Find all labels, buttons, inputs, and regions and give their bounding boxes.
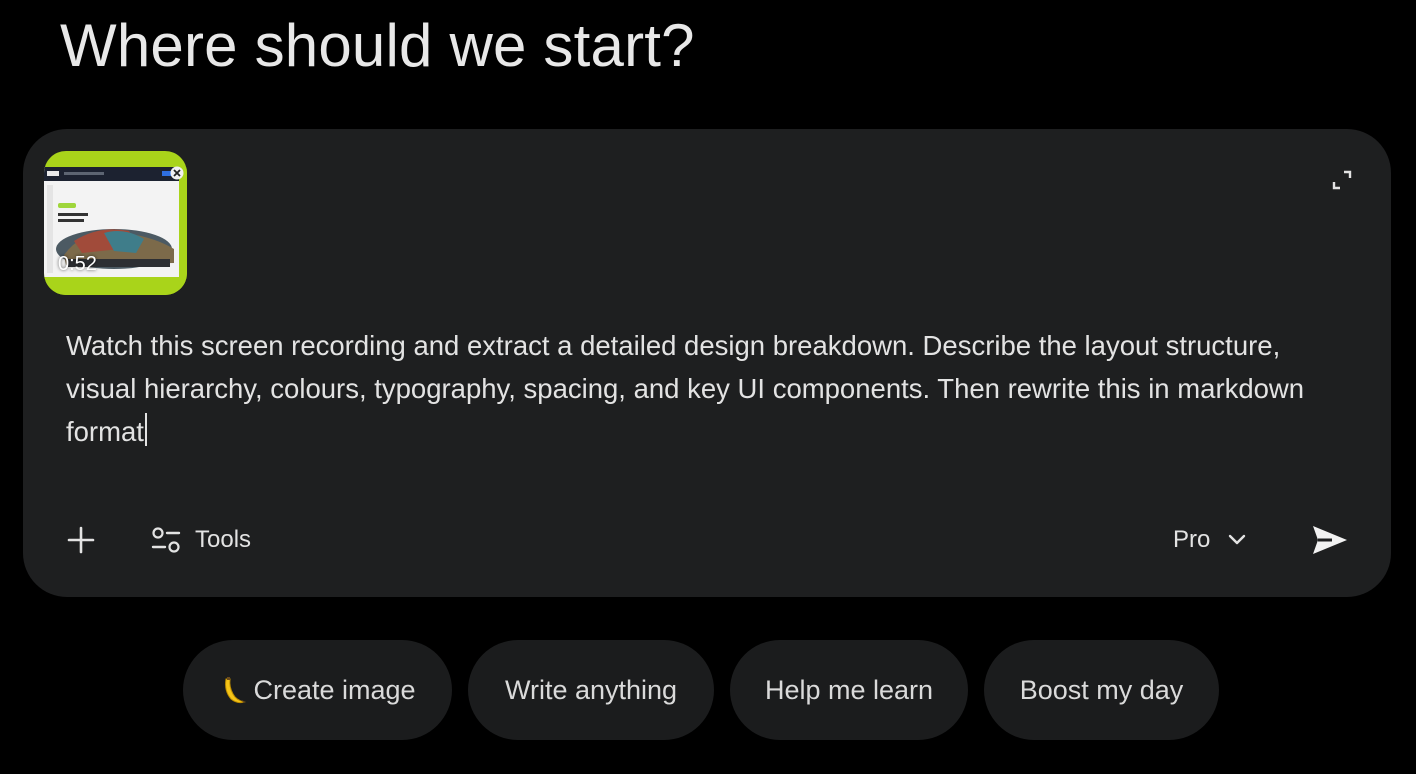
suggestion-label: Help me learn (764, 674, 934, 705)
text-caret (144, 413, 147, 446)
suggestion-boost-my-day[interactable]: Boost my day (984, 640, 1219, 740)
suggestion-chips: Create image Write anything Help me lear… (183, 640, 1219, 740)
suggestion-label: Boost my day (1019, 674, 1184, 705)
video-duration: 0:52 (58, 253, 97, 275)
add-attachment-button[interactable] (65, 524, 97, 556)
suggestion-create-image[interactable]: Create image (183, 640, 452, 740)
tools-label: Tools (195, 526, 252, 553)
suggestion-write-anything[interactable]: Write anything (468, 640, 714, 740)
prompt-composer: 0:52 Watch this screen recording and ext… (23, 129, 1391, 597)
prompt-input[interactable]: Watch this screen recording and extract … (66, 324, 1326, 453)
chevron-down-icon (1229, 534, 1246, 545)
page-title: Where should we start? (60, 12, 695, 79)
tools-button[interactable]: Tools (151, 522, 251, 558)
send-button[interactable] (1311, 521, 1349, 559)
remove-attachment-icon[interactable] (170, 166, 184, 180)
suggestion-label: Write anything (504, 674, 678, 705)
model-label: Pro (1173, 526, 1211, 553)
expand-icon (1332, 170, 1352, 190)
suggestion-label: Create image (253, 674, 416, 705)
model-selector[interactable]: Pro (1173, 522, 1246, 558)
send-icon (1313, 526, 1347, 554)
sliders-icon (151, 527, 181, 553)
expand-button[interactable] (1329, 167, 1355, 193)
prompt-input-text: Watch this screen recording and extract … (66, 330, 1312, 447)
banana-icon (225, 677, 247, 704)
plus-icon (67, 526, 95, 554)
suggestion-help-me-learn[interactable]: Help me learn (730, 640, 968, 740)
video-attachment[interactable]: 0:52 (44, 151, 187, 295)
